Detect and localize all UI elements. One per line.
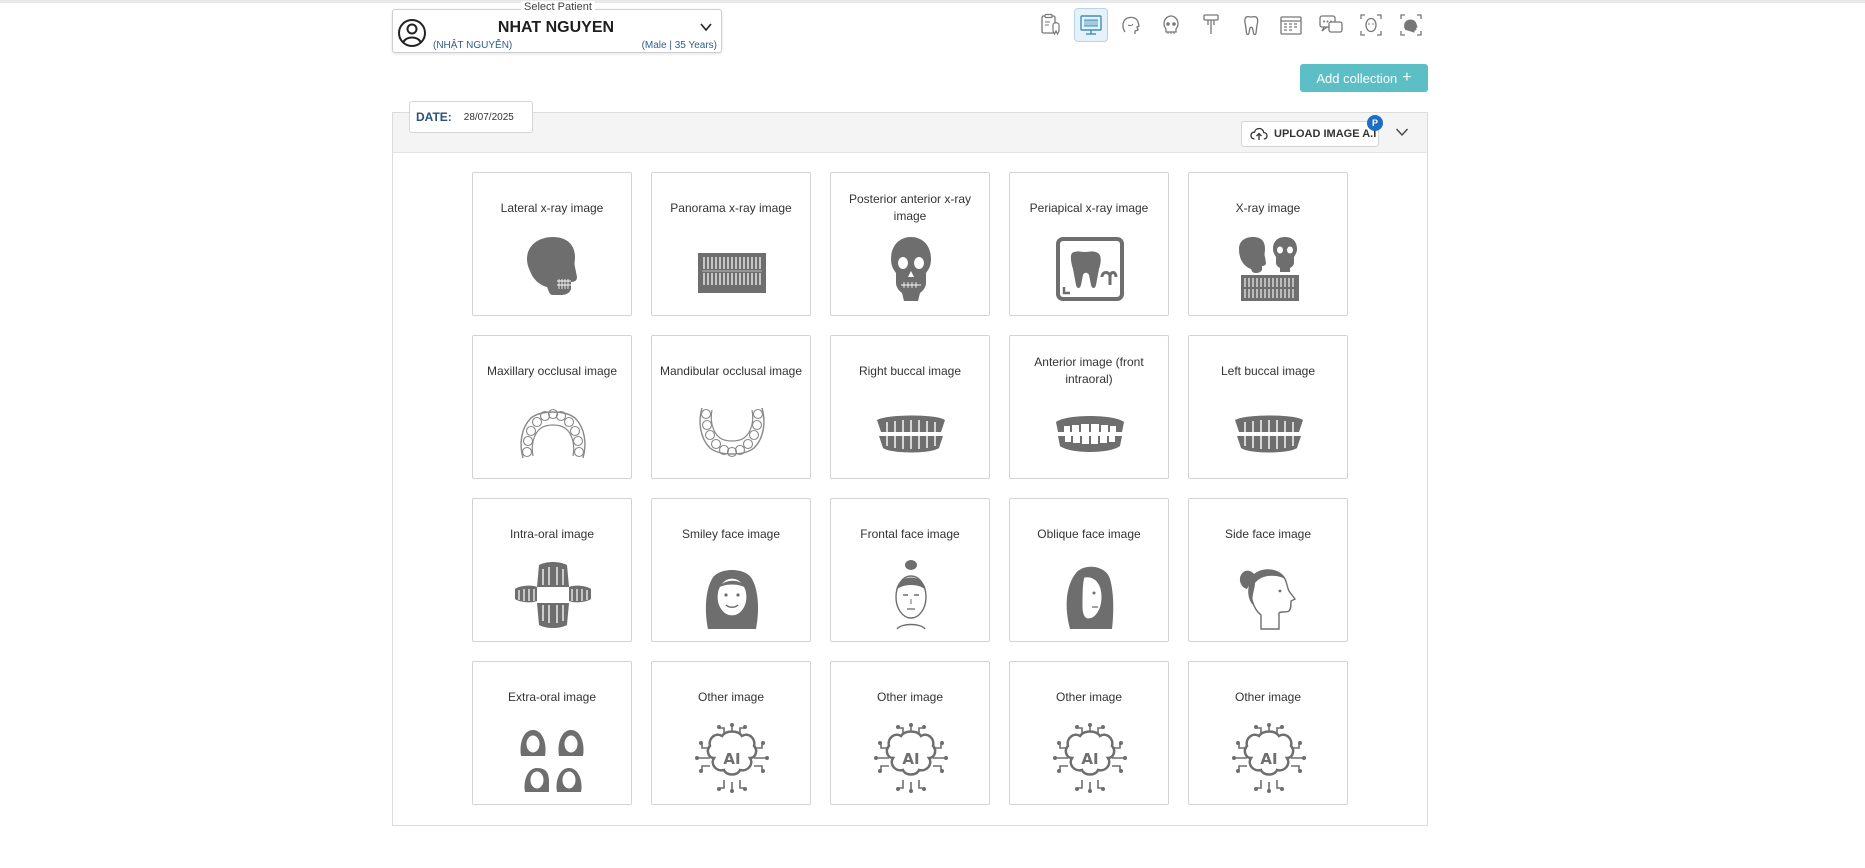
xray-collage-icon: [1239, 237, 1299, 301]
image-card-extra-oral[interactable]: Extra-oral image: [472, 661, 632, 805]
patient-selector[interactable]: Select Patient NHAT NGUYEN (NHẬT NGUYỄN)…: [392, 1, 722, 53]
image-card-xray[interactable]: X-ray image: [1188, 172, 1348, 316]
card-label: Periapical x-ray image: [1029, 200, 1149, 215]
collection-panel: DATE: 28/07/2025 UPLOAD IMAGE A.I P Late…: [392, 101, 1428, 826]
collection-header: DATE: 28/07/2025 UPLOAD IMAGE A.I P: [393, 101, 1427, 153]
upload-image-ai-label: UPLOAD IMAGE A.I: [1274, 128, 1377, 140]
card-label: Other image: [1055, 689, 1123, 704]
open-mouth-teeth-icon: [515, 562, 591, 628]
chat-icon[interactable]: [1314, 8, 1348, 42]
buccal-teeth-icon: [877, 415, 945, 453]
periapical-tooth-icon: [1056, 237, 1124, 301]
image-card-other-4[interactable]: Other image AI: [1188, 661, 1348, 805]
image-card-anterior-front-intraoral[interactable]: Anterior image (front intraoral): [1009, 335, 1169, 479]
svg-text:AI: AI: [723, 750, 740, 768]
smiley-face-icon: [705, 570, 759, 629]
image-card-panorama-xray[interactable]: Panorama x-ray image: [651, 172, 811, 316]
image-card-lateral-xray[interactable]: Lateral x-ray image: [472, 172, 632, 316]
card-label: Other image: [697, 689, 765, 704]
monitor-xray-icon[interactable]: [1074, 8, 1108, 42]
card-label: Lateral x-ray image: [500, 200, 604, 215]
skull-front-icon: [891, 237, 931, 301]
anterior-teeth-icon: [1056, 416, 1124, 452]
image-card-posterior-anterior-xray[interactable]: Posterior anterior x-ray image: [830, 172, 990, 316]
side-face-icon: [1239, 569, 1297, 630]
card-label: Oblique face image: [1037, 526, 1141, 541]
chevron-down-icon[interactable]: [699, 20, 713, 34]
calendar-icon[interactable]: [1274, 8, 1308, 42]
card-label: Right buccal image: [858, 363, 962, 378]
module-toolbar: [1034, 8, 1434, 44]
image-card-side-face[interactable]: Side face image: [1188, 498, 1348, 642]
tooth-icon[interactable]: [1234, 8, 1268, 42]
image-card-other-3[interactable]: Other image AI: [1009, 661, 1169, 805]
skull-lateral-icon: [527, 237, 577, 295]
image-card-periapical-xray[interactable]: Periapical x-ray image: [1009, 172, 1169, 316]
panorama-xray-icon: [698, 253, 766, 293]
card-label: X-ray image: [1235, 200, 1301, 215]
card-label: Other image: [876, 689, 944, 704]
image-card-right-buccal[interactable]: Right buccal image: [830, 335, 990, 479]
add-collection-button[interactable]: Add collection +: [1300, 64, 1428, 92]
user-avatar-icon: [398, 19, 426, 47]
card-label: Anterior image (front intraoral): [1034, 355, 1144, 386]
card-label: Other image: [1234, 689, 1302, 704]
plus-icon: +: [1402, 69, 1412, 86]
head-scan-icon[interactable]: [1394, 8, 1428, 42]
image-card-frontal-face[interactable]: Frontal face image: [830, 498, 990, 642]
clipboard-teeth-icon[interactable]: [1034, 8, 1068, 42]
card-label: Maxillary occlusal image: [486, 363, 618, 378]
top-border: [0, 0, 1865, 3]
image-card-intra-oral[interactable]: Intra-oral image: [472, 498, 632, 642]
group-faces-icon: [520, 730, 584, 792]
card-label: Intra-oral image: [509, 526, 595, 541]
ai-brain-icon: AI: [695, 723, 769, 793]
card-label: Side face image: [1224, 526, 1312, 541]
face-scan-icon[interactable]: [1354, 8, 1388, 42]
card-label: Left buccal image: [1220, 363, 1316, 378]
head-profile-icon[interactable]: [1114, 8, 1148, 42]
date-label: DATE:: [416, 110, 452, 124]
card-label: Extra-oral image: [507, 689, 597, 704]
patient-selector-legend: Select Patient: [521, 1, 595, 13]
image-card-maxillary-occlusal[interactable]: Maxillary occlusal image: [472, 335, 632, 479]
buccal-teeth-icon: [1235, 415, 1303, 453]
card-label: Frontal face image: [860, 526, 960, 541]
chevron-down-icon[interactable]: [1395, 125, 1409, 139]
patient-gender-age: (Male | 35 Years): [641, 40, 717, 51]
image-card-mandibular-occlusal[interactable]: Mandibular occlusal image: [651, 335, 811, 479]
oblique-face-icon: [1066, 566, 1114, 629]
image-card-other-1[interactable]: Other image AI: [651, 661, 811, 805]
patient-native-name: (NHẬT NGUYỄN): [433, 40, 513, 51]
add-collection-label: Add collection: [1316, 70, 1398, 86]
cloud-upload-icon: [1250, 127, 1268, 140]
upload-image-ai-button[interactable]: UPLOAD IMAGE A.I: [1241, 121, 1379, 147]
card-label: Smiley face image: [681, 526, 781, 541]
card-label: Mandibular occlusal image: [659, 363, 803, 378]
mandibular-arch-icon: [699, 407, 765, 458]
frontal-face-icon: [895, 560, 927, 630]
patient-name: NHAT NGUYEN: [497, 19, 615, 36]
svg-text:AI: AI: [1081, 750, 1098, 768]
svg-text:AI: AI: [902, 750, 919, 768]
image-card-smiley-face[interactable]: Smiley face image: [651, 498, 811, 642]
ai-brain-icon: AI: [1232, 723, 1306, 793]
date-field[interactable]: DATE: 28/07/2025: [409, 101, 533, 133]
maxillary-arch-icon: [520, 408, 586, 459]
image-card-oblique-face[interactable]: Oblique face image: [1009, 498, 1169, 642]
image-card-left-buccal[interactable]: Left buccal image: [1188, 335, 1348, 479]
upload-badge: P: [1367, 115, 1383, 131]
skull-icon[interactable]: [1154, 8, 1188, 42]
svg-text:AI: AI: [1260, 750, 1277, 768]
card-label: Panorama x-ray image: [670, 200, 792, 215]
card-label: Posterior anterior x-ray image: [848, 192, 972, 223]
ai-brain-icon: AI: [1053, 723, 1127, 793]
date-value: 28/07/2025: [463, 111, 514, 123]
image-type-grid: Lateral x-ray image Panorama x-ray image…: [472, 172, 1350, 805]
ai-brain-icon: AI: [874, 723, 948, 793]
image-card-other-2[interactable]: Other image AI: [830, 661, 990, 805]
dental-tool-icon[interactable]: [1194, 8, 1228, 42]
